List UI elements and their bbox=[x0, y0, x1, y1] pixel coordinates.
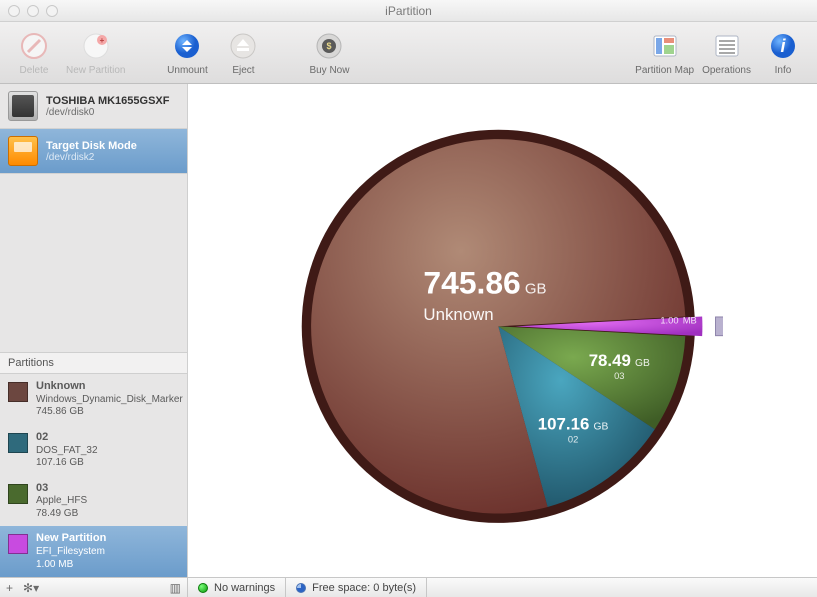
partition-text: 02DOS_FAT_32107.16 GB bbox=[36, 431, 98, 470]
buy-now-icon: $ bbox=[314, 31, 344, 61]
traffic-lights bbox=[8, 5, 58, 17]
svg-text:+: + bbox=[99, 36, 104, 45]
delete-button[interactable]: Delete bbox=[6, 31, 62, 76]
window-title: iPartition bbox=[58, 4, 759, 18]
partition-swatch bbox=[8, 382, 28, 402]
partition-text: 03Apple_HFS78.49 GB bbox=[36, 482, 87, 521]
main-content: 1.00 MB78.49 GB03107.16 GB02745.86 GBUnk… bbox=[188, 84, 817, 577]
unmount-button[interactable]: Unmount bbox=[159, 31, 215, 76]
partition-row[interactable]: 03Apple_HFS78.49 GB bbox=[0, 476, 187, 527]
buy-now-button[interactable]: $ Buy Now bbox=[301, 31, 357, 76]
delete-icon bbox=[19, 31, 49, 61]
add-button[interactable]: + bbox=[6, 581, 13, 595]
status-ok-icon bbox=[198, 583, 208, 593]
disks-list: TOSHIBA MK1655GSXF/dev/rdisk0 Target Disk… bbox=[0, 84, 187, 174]
new-partition-icon: + bbox=[81, 31, 111, 61]
disk-text: TOSHIBA MK1655GSXF/dev/rdisk0 bbox=[46, 95, 169, 118]
partition-text: New PartitionEFI_Filesystem1.00 MB bbox=[36, 532, 106, 571]
minimize-icon[interactable] bbox=[27, 5, 39, 17]
toolbar: Delete + New Partition Unmount Eject $ B… bbox=[0, 22, 817, 84]
eject-button[interactable]: Eject bbox=[215, 31, 271, 76]
disk-row[interactable]: Target Disk Mode/dev/rdisk2 bbox=[0, 129, 187, 174]
free-space-icon bbox=[296, 583, 306, 593]
partition-map-button[interactable]: Partition Map bbox=[631, 31, 698, 76]
operations-button[interactable]: Operations bbox=[698, 31, 755, 76]
operations-icon bbox=[712, 31, 742, 61]
new-partition-button[interactable]: + New Partition bbox=[62, 31, 129, 76]
disk-row[interactable]: TOSHIBA MK1655GSXF/dev/rdisk0 bbox=[0, 84, 187, 129]
svg-text:Unknown: Unknown bbox=[423, 304, 493, 323]
partition-row[interactable]: New PartitionEFI_Filesystem1.00 MB bbox=[0, 526, 187, 577]
free-space-status[interactable]: Free space: 0 byte(s) bbox=[286, 578, 427, 597]
warnings-status[interactable]: No warnings bbox=[188, 578, 286, 597]
partition-map-icon bbox=[650, 31, 680, 61]
titlebar: iPartition bbox=[0, 0, 817, 22]
close-icon[interactable] bbox=[8, 5, 20, 17]
disk-icon bbox=[8, 136, 38, 166]
eject-icon bbox=[228, 31, 258, 61]
info-icon: i bbox=[768, 31, 798, 61]
partition-row[interactable]: 02DOS_FAT_32107.16 GB bbox=[0, 425, 187, 476]
gear-icon[interactable]: ✻▾ bbox=[23, 581, 39, 595]
disk-text: Target Disk Mode/dev/rdisk2 bbox=[46, 140, 137, 163]
info-button[interactable]: i Info bbox=[755, 31, 811, 76]
partition-row[interactable]: UnknownWindows_Dynamic_Disk_Marker745.86… bbox=[0, 374, 187, 425]
partitions-header: Partitions bbox=[0, 352, 187, 374]
partition-swatch bbox=[8, 433, 28, 453]
partition-pie-chart: 1.00 MB78.49 GB03107.16 GB02745.86 GBUnk… bbox=[283, 111, 723, 551]
partition-swatch bbox=[8, 484, 28, 504]
sidebar: TOSHIBA MK1655GSXF/dev/rdisk0 Target Disk… bbox=[0, 84, 188, 577]
statusbar: + ✻▾ ▥ No warnings Free space: 0 byte(s) bbox=[0, 577, 817, 597]
unmount-icon bbox=[172, 31, 202, 61]
svg-text:03: 03 bbox=[614, 371, 624, 381]
svg-text:02: 02 bbox=[567, 434, 577, 444]
partitions-list: UnknownWindows_Dynamic_Disk_Marker745.86… bbox=[0, 374, 187, 577]
partition-text: UnknownWindows_Dynamic_Disk_Marker745.86… bbox=[36, 380, 183, 419]
pie-handle[interactable] bbox=[715, 316, 722, 335]
svg-text:$: $ bbox=[327, 41, 332, 51]
zoom-icon[interactable] bbox=[46, 5, 58, 17]
partition-swatch bbox=[8, 534, 28, 554]
disk-icon bbox=[8, 91, 38, 121]
sidebar-toggle-icon[interactable]: ▥ bbox=[170, 581, 181, 595]
